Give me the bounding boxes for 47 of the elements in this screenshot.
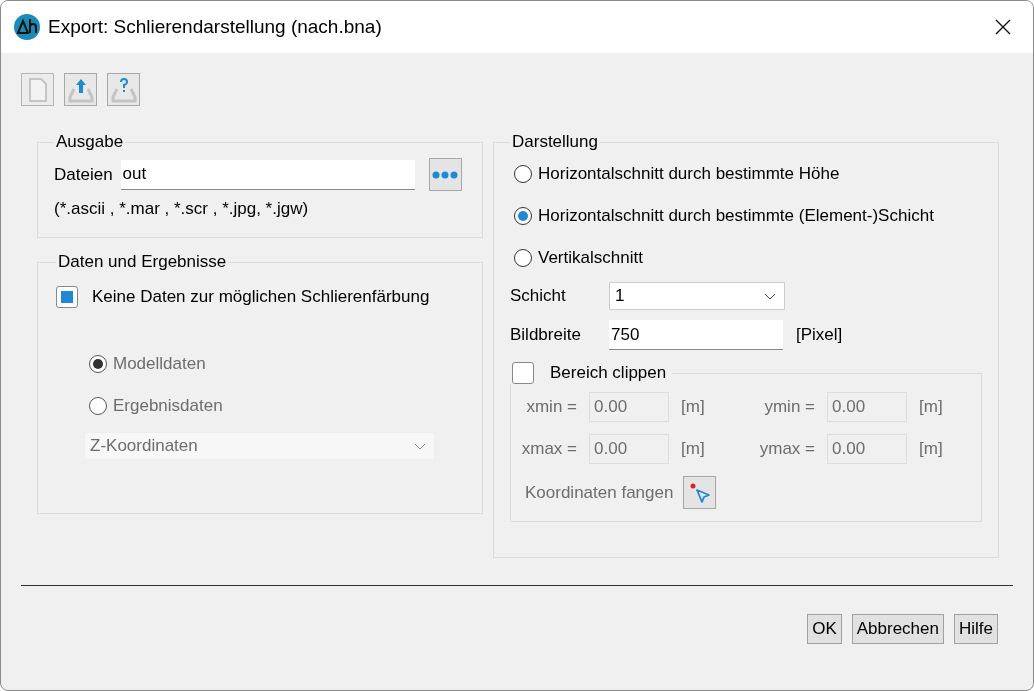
checkbox[interactable] [56, 286, 78, 308]
field-label: Dateien [54, 164, 113, 185]
file-name-field[interactable]: out [120, 159, 415, 190]
close-icon[interactable] [995, 19, 1011, 35]
unit-label: [Pixel] [796, 325, 843, 345]
unit-label: [m] [918, 397, 944, 417]
window-title: Export: Schlierendarstellung (nach.bna) [48, 16, 383, 38]
toolbar-button[interactable] [107, 73, 140, 106]
image-width-field[interactable]: 750 [609, 320, 783, 350]
dialog-button[interactable]: Hilfe [954, 614, 998, 644]
coordinate-label: xmax = [520, 439, 578, 459]
layer-dropdown[interactable]: 1 [609, 282, 785, 310]
help-icon [110, 76, 137, 103]
radio-label: Modelldaten [113, 354, 206, 374]
group-title: Ausgabe [55, 132, 125, 152]
radio-button[interactable] [514, 165, 532, 183]
capture-label: Koordinaten fangen [525, 482, 674, 503]
coordinate-label: ymin = [763, 397, 816, 417]
unit-label: [m] [680, 397, 706, 417]
document-icon [28, 77, 47, 102]
dialog-button[interactable]: OK [807, 614, 842, 644]
radio-button[interactable] [514, 207, 532, 225]
radio-button[interactable] [514, 249, 532, 267]
cursor-icon [688, 481, 711, 504]
group-title: Daten und Ergebnisse [57, 252, 228, 272]
radio-label: Horizontalschnitt durch bestimmte (Element-)Schicht [538, 206, 934, 226]
radio-label: Ergebnisdaten [113, 396, 223, 416]
dialog-button[interactable]: Abbrechen [851, 614, 944, 644]
field-label: Bildbreite [510, 325, 582, 345]
unit-label: [m] [680, 439, 706, 459]
unit-label: [m] [918, 439, 944, 459]
chevron-down-icon [764, 292, 776, 300]
group-title: Darstellung [511, 132, 599, 152]
coordinate-label: ymax = [758, 439, 816, 459]
app-logo-icon [14, 14, 40, 40]
checkbox-label: Keine Daten zur möglichen Schlierenfärbung [92, 287, 430, 307]
chevron-down-icon [414, 442, 426, 450]
toolbar-button[interactable] [64, 73, 97, 106]
browse-button[interactable] [428, 158, 462, 191]
checkbox-label: Bereich clippen [550, 363, 667, 383]
coordinate-label: xmin = [525, 397, 578, 417]
pick-coordinates-button[interactable] [683, 476, 717, 509]
field-label: Schicht [510, 286, 567, 306]
radio-label: Horizontalschnitt durch bestimmte Höhe [538, 164, 840, 184]
file-types-hint: (*.ascii , *.mar , *.scr , *.jpg, *.jgw) [54, 199, 310, 219]
radio-label: Vertikalschnitt [538, 248, 643, 268]
ellipsis-icon [432, 170, 459, 179]
